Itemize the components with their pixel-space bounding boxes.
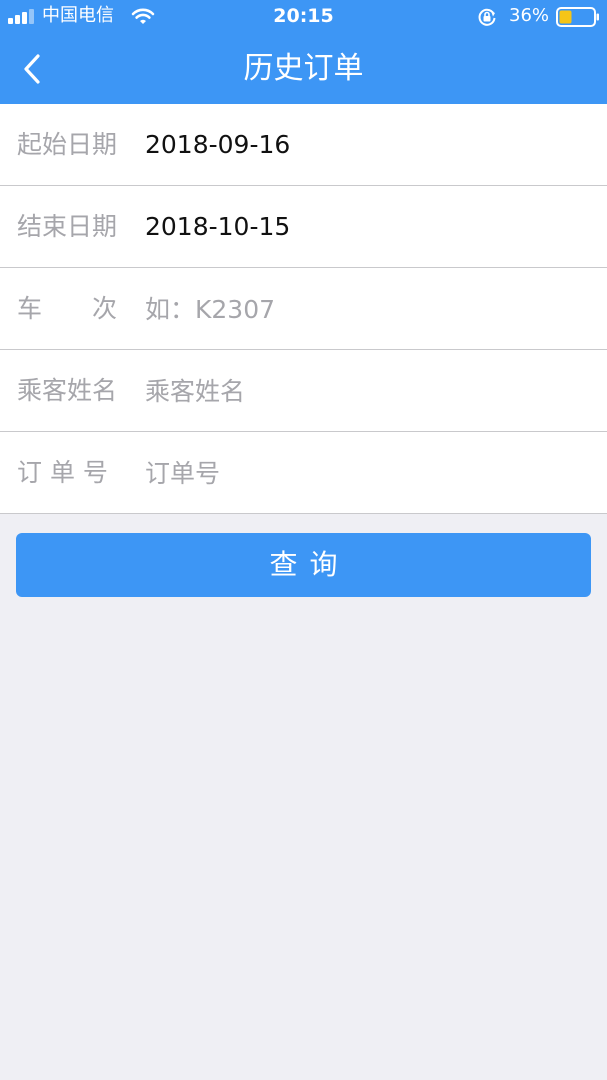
orientation-lock-icon bbox=[478, 8, 496, 26]
status-bar: 中国电信 20:15 36% bbox=[0, 0, 607, 34]
battery-icon bbox=[556, 7, 599, 27]
start-date-value[interactable]: 2018-09-16 bbox=[145, 104, 290, 186]
end-date-row[interactable]: 结束日期 2018-10-15 bbox=[0, 186, 607, 268]
train-number-label: 车 次 bbox=[17, 294, 118, 323]
order-number-row: 订 单 号 bbox=[0, 432, 607, 514]
start-date-row[interactable]: 起始日期 2018-09-16 bbox=[0, 104, 607, 186]
battery-percent: 36% bbox=[509, 5, 550, 26]
nav-bar: 历史订单 bbox=[0, 34, 607, 104]
end-date-value[interactable]: 2018-10-15 bbox=[145, 186, 290, 268]
query-button[interactable]: 查询 bbox=[16, 533, 591, 597]
query-form: 起始日期 2018-09-16 结束日期 2018-10-15 车 次 乘客姓名… bbox=[0, 104, 607, 514]
passenger-name-row: 乘客姓名 bbox=[0, 350, 607, 432]
order-number-input[interactable] bbox=[145, 450, 585, 496]
passenger-name-label: 乘客姓名 bbox=[17, 376, 118, 405]
page-title: 历史订单 bbox=[243, 51, 364, 86]
end-date-label: 结束日期 bbox=[17, 212, 118, 241]
train-number-row: 车 次 bbox=[0, 268, 607, 350]
chevron-left-icon bbox=[24, 54, 40, 84]
order-number-label: 订 单 号 bbox=[17, 458, 108, 487]
passenger-name-input[interactable] bbox=[145, 368, 585, 414]
train-number-input[interactable] bbox=[145, 286, 585, 332]
back-button[interactable] bbox=[14, 48, 54, 90]
start-date-label: 起始日期 bbox=[17, 130, 118, 159]
